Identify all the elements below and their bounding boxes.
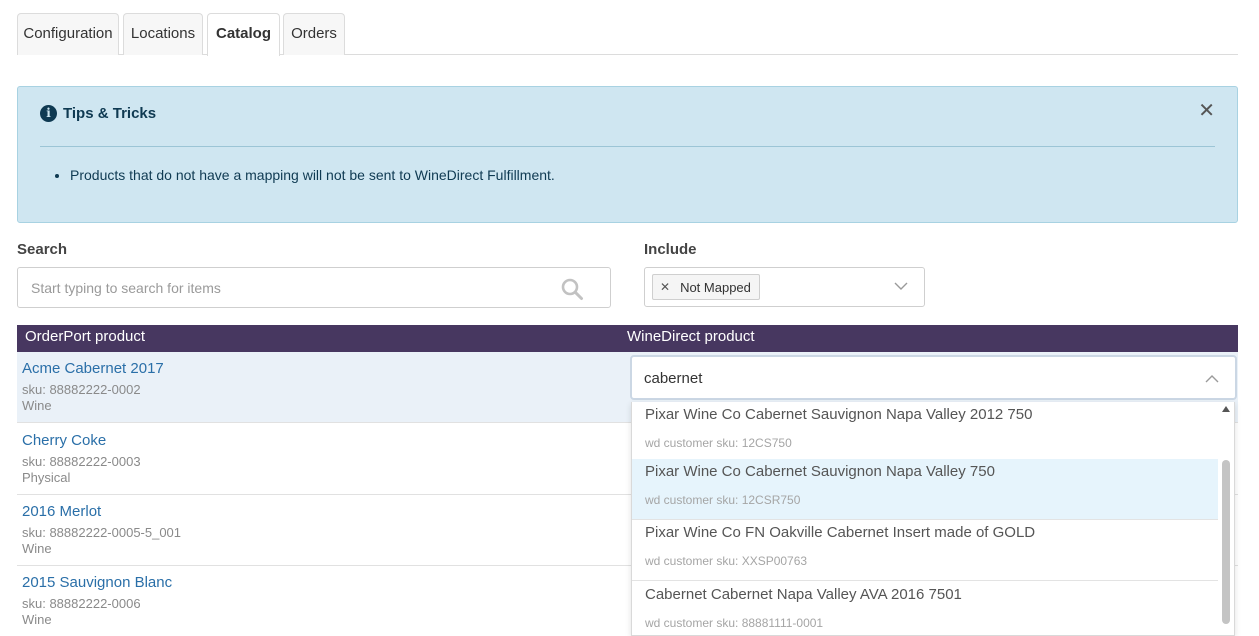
column-header-winedirect: WineDirect product <box>627 328 755 345</box>
tips-panel: i Tips & Tricks ✕ Products that do not h… <box>17 86 1238 223</box>
product-name-link[interactable]: 2016 Merlot <box>22 503 101 520</box>
scroll-up-arrow-icon[interactable] <box>1222 406 1230 412</box>
option-name: Cabernet Cabernet Napa Valley AVA 2016 7… <box>645 586 962 603</box>
product-name-link[interactable]: Cherry Coke <box>22 432 106 449</box>
product-sku: sku: 88882222-0003 <box>22 454 141 469</box>
option-sku: wd customer sku: 12CS750 <box>645 436 792 450</box>
product-type: Physical <box>22 470 71 485</box>
tab-bar: Configuration Locations Catalog Orders <box>17 13 1238 56</box>
product-type: Wine <box>22 398 52 413</box>
close-icon[interactable]: ✕ <box>1198 101 1215 121</box>
tab-orders[interactable]: Orders <box>283 13 345 55</box>
dropdown-option[interactable]: Cabernet Cabernet Napa Valley AVA 2016 7… <box>632 582 1220 635</box>
include-chip: ✕ Not Mapped <box>652 274 760 300</box>
product-sku: sku: 88882222-0006 <box>22 596 141 611</box>
tab-configuration[interactable]: Configuration <box>17 13 119 55</box>
option-sku: wd customer sku: 12CSR750 <box>645 493 801 507</box>
scroll-thumb[interactable] <box>1222 460 1230 624</box>
winedirect-dropdown: Pixar Wine Co Cabernet Sauvignon Napa Va… <box>631 402 1235 636</box>
dropdown-option[interactable]: Pixar Wine Co FN Oakville Cabernet Inser… <box>632 520 1220 581</box>
product-type: Wine <box>22 541 52 556</box>
tips-divider <box>40 146 1215 147</box>
dropdown-scrollbar[interactable] <box>1218 402 1234 635</box>
option-name: Pixar Wine Co FN Oakville Cabernet Inser… <box>645 524 1036 541</box>
product-name-link[interactable]: Acme Cabernet 2017 <box>22 360 164 377</box>
search-icon[interactable] <box>560 277 584 301</box>
tips-header: i Tips & Tricks <box>40 103 156 123</box>
winedirect-search-input[interactable] <box>644 368 1184 388</box>
search-label: Search <box>17 241 68 258</box>
option-name: Pixar Wine Co Cabernet Sauvignon Napa Va… <box>645 463 995 480</box>
table-header: OrderPort product WineDirect product <box>17 325 1238 352</box>
tips-title: Tips & Tricks <box>63 104 157 122</box>
info-icon: i <box>40 104 57 122</box>
chevron-down-icon[interactable] <box>894 281 908 291</box>
chip-remove-icon[interactable]: ✕ <box>660 280 670 294</box>
winedirect-product-combobox[interactable] <box>630 355 1237 400</box>
column-header-orderport: OrderPort product <box>25 328 146 345</box>
chip-label: Not Mapped <box>680 279 751 295</box>
dropdown-option-highlighted[interactable]: Pixar Wine Co Cabernet Sauvignon Napa Va… <box>632 459 1220 520</box>
tip-item: Products that do not have a mapping will… <box>70 167 555 183</box>
search-input[interactable] <box>31 278 551 298</box>
chevron-up-icon[interactable] <box>1205 374 1219 384</box>
option-sku: wd customer sku: 88881111-0001 <box>645 616 824 630</box>
option-sku: wd customer sku: XXSP00763 <box>645 554 808 568</box>
product-sku: sku: 88882222-0002 <box>22 382 141 397</box>
product-name-link[interactable]: 2015 Sauvignon Blanc <box>22 574 172 591</box>
include-label: Include <box>644 241 697 258</box>
product-sku: sku: 88882222-0005-5_001 <box>22 525 182 540</box>
product-type: Wine <box>22 612 52 627</box>
tips-list: Products that do not have a mapping will… <box>70 167 555 183</box>
option-name: Pixar Wine Co Cabernet Sauvignon Napa Va… <box>645 406 1033 423</box>
include-select[interactable]: ✕ Not Mapped <box>644 267 925 307</box>
search-box <box>17 267 611 308</box>
tab-locations[interactable]: Locations <box>123 13 203 55</box>
tab-catalog[interactable]: Catalog <box>207 13 280 56</box>
dropdown-option[interactable]: Pixar Wine Co Cabernet Sauvignon Napa Va… <box>632 402 1220 463</box>
